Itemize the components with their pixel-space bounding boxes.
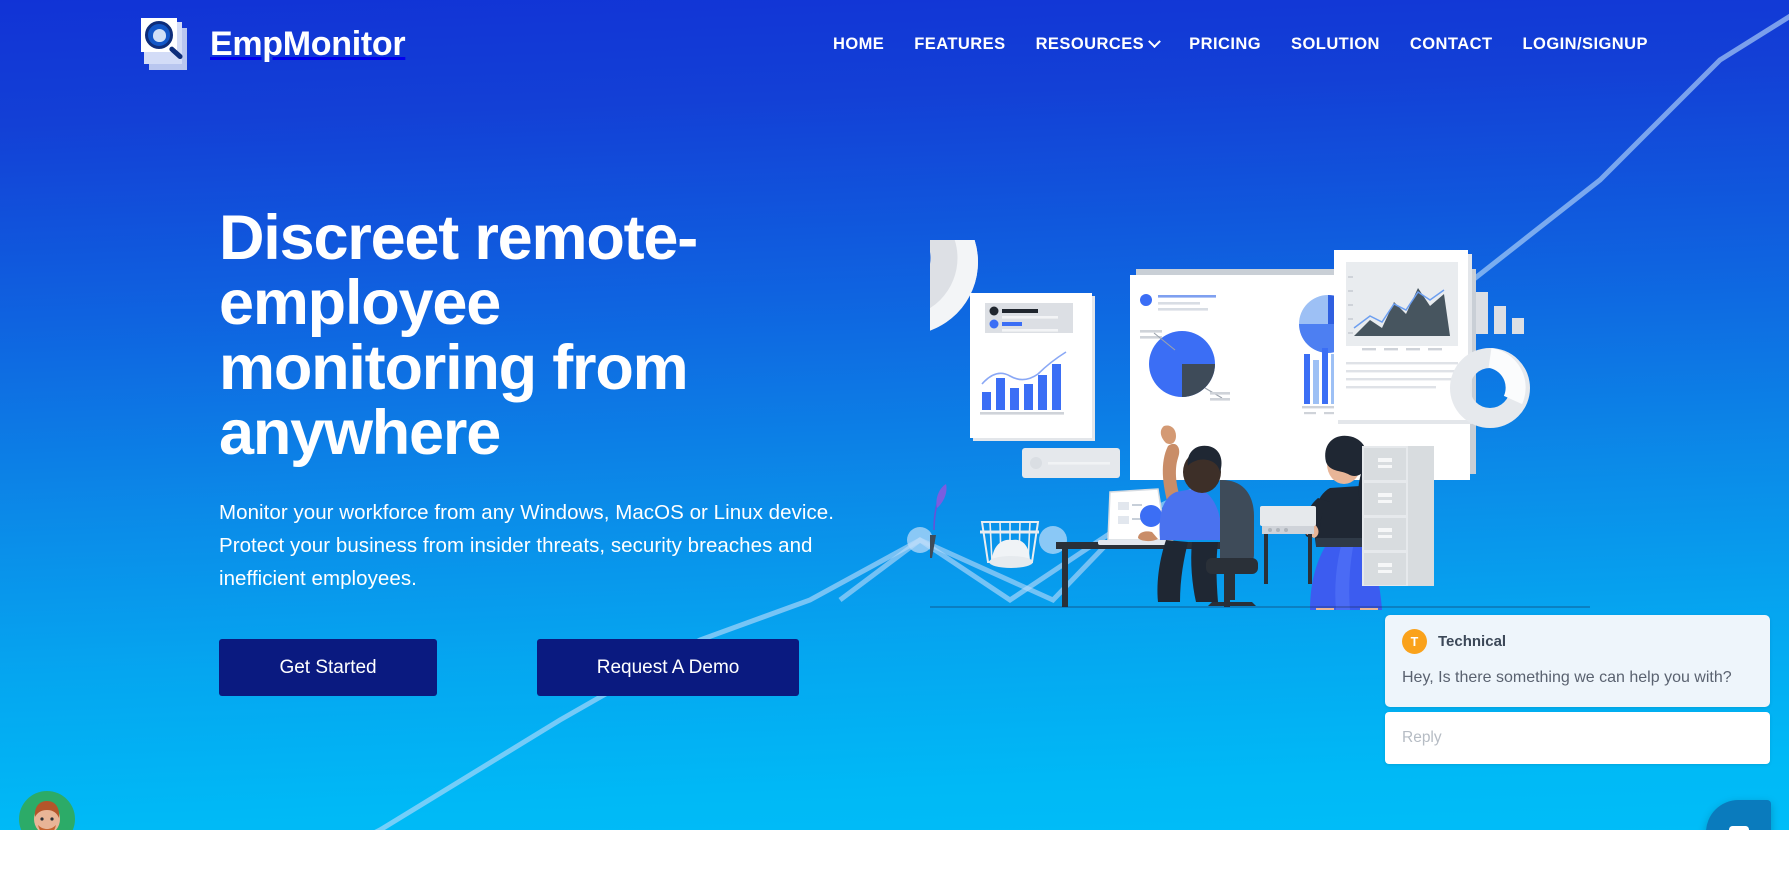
chevron-down-icon bbox=[1148, 34, 1162, 48]
chat-agent-name: Technical bbox=[1438, 633, 1507, 650]
chat-agent-avatar: T bbox=[1402, 629, 1427, 654]
nav-item-solution-label: SOLUTION bbox=[1291, 34, 1380, 53]
nav-item-login-signup[interactable]: LOGIN/SIGNUP bbox=[1523, 35, 1649, 54]
chat-message-card: T Technical Hey, Is there something we c… bbox=[1385, 615, 1770, 707]
hero-illustration bbox=[930, 240, 1530, 610]
hero-copy: Discreet remote-employee monitoring from… bbox=[219, 203, 834, 697]
plant-decoration bbox=[930, 484, 947, 558]
brand-name: EmpMonitor bbox=[210, 25, 406, 63]
nav-item-resources-label: RESOURCES bbox=[1035, 34, 1145, 53]
chat-reply-input[interactable] bbox=[1385, 711, 1770, 764]
nav-item-pricing[interactable]: PRICING bbox=[1189, 35, 1261, 54]
nav-links: HOME FEATURES RESOURCES PRICING SOLUTION… bbox=[833, 35, 1648, 54]
brand-logo-link[interactable]: EmpMonitor bbox=[141, 18, 406, 70]
chat-bubble-icon bbox=[1728, 825, 1749, 830]
get-started-button[interactable]: Get Started bbox=[219, 639, 438, 697]
magnifier-person-document-icon bbox=[141, 18, 197, 70]
nav-item-features-label: FEATURES bbox=[914, 34, 1006, 53]
illustration-floor-line bbox=[930, 606, 1590, 608]
nav-item-resources[interactable]: RESOURCES bbox=[1035, 34, 1162, 54]
hero-subcopy: Monitor your workforce from any Windows,… bbox=[219, 500, 834, 590]
chat-agent-header: T Technical bbox=[1402, 629, 1753, 654]
filing-cabinet bbox=[1362, 446, 1434, 586]
nav-item-home-label: HOME bbox=[832, 34, 885, 53]
nav-item-solution[interactable]: SOLUTION bbox=[1291, 35, 1380, 54]
hero-cta-row: Get Started Request A Demo bbox=[219, 639, 799, 697]
nav-item-contact[interactable]: CONTACT bbox=[1410, 35, 1493, 54]
hero-section: EmpMonitor HOME FEATURES RESOURCES PRICI… bbox=[0, 0, 1789, 830]
waste-basket bbox=[980, 521, 1040, 568]
nav-item-contact-label: CONTACT bbox=[1409, 34, 1493, 53]
visitor-avatar-icon bbox=[19, 791, 75, 830]
chat-agent-message: Hey, Is there something we can help you … bbox=[1402, 669, 1732, 686]
request-a-demo-button[interactable]: Request A Demo bbox=[537, 639, 799, 697]
chat-widget: T Technical Hey, Is there something we c… bbox=[1385, 615, 1770, 764]
visitor-avatar[interactable] bbox=[17, 789, 77, 830]
nav-item-pricing-label: PRICING bbox=[1189, 34, 1262, 53]
nav-item-login-signup-label: LOGIN/SIGNUP bbox=[1522, 34, 1648, 53]
nav-item-features[interactable]: FEATURES bbox=[914, 35, 1005, 54]
nav-item-home[interactable]: HOME bbox=[833, 35, 884, 54]
top-navigation-bar: EmpMonitor HOME FEATURES RESOURCES PRICI… bbox=[0, 0, 1789, 88]
hero-headline: Discreet remote-employee monitoring from… bbox=[219, 203, 698, 468]
